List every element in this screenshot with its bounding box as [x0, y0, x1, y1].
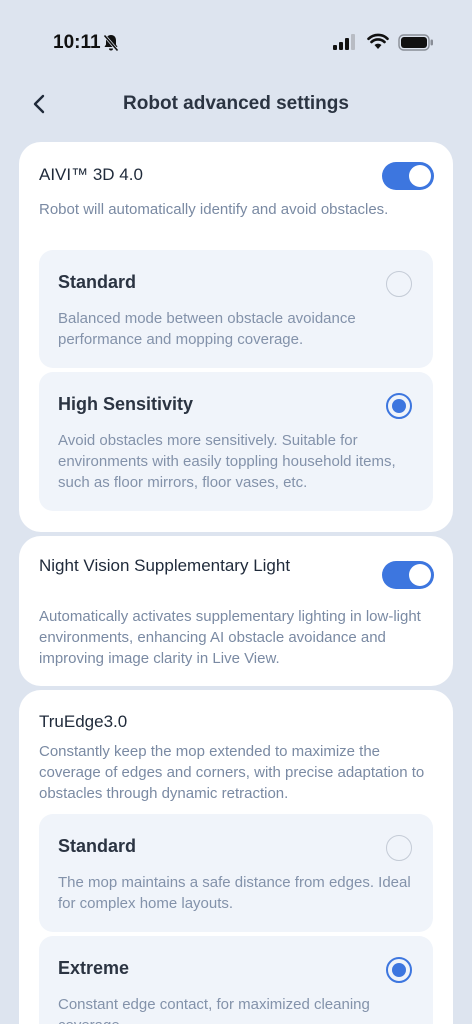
truedge-card: TruEdge3.0 Constantly keep the mop exten… — [19, 690, 453, 1024]
option-title: High Sensitivity — [58, 394, 194, 414]
aivi-option-standard[interactable]: Standard Balanced mode between obstacle … — [39, 250, 433, 368]
truedge-option-extreme[interactable]: Extreme Constant edge contact, for maxim… — [39, 936, 433, 1024]
battery-icon — [398, 34, 434, 56]
night-vision-card: Night Vision Supplementary Light Automat… — [19, 536, 453, 686]
status-bar: 10:11 — [0, 0, 472, 80]
truedge-title: TruEdge3.0 — [39, 712, 128, 731]
option-description: Avoid obstacles more sensitively. Suitab… — [58, 432, 396, 491]
aivi-description: Robot will automatically identify and av… — [39, 201, 389, 218]
toggle-knob — [409, 165, 431, 187]
option-description: Constant edge contact, for maximized cle… — [58, 996, 370, 1024]
cellular-signal-icon — [333, 34, 357, 55]
truedge-option-standard[interactable]: Standard The mop maintains a safe distan… — [39, 814, 433, 932]
night-vision-toggle[interactable] — [382, 561, 434, 589]
option-description: The mop maintains a safe distance from e… — [58, 874, 411, 912]
night-vision-description: Automatically activates supplementary li… — [39, 608, 421, 667]
option-title: Standard — [58, 272, 137, 292]
night-vision-title: Night Vision Supplementary Light — [39, 556, 291, 575]
aivi-toggle[interactable] — [382, 162, 434, 190]
option-title: Standard — [58, 836, 137, 856]
radio-unchecked-icon[interactable] — [386, 835, 412, 861]
toggle-knob — [409, 564, 431, 586]
page-title: Robot advanced settings — [123, 93, 349, 114]
option-title: Extreme — [58, 958, 130, 978]
bell-muted-icon — [103, 34, 119, 57]
page-header: Robot advanced settings — [0, 84, 472, 124]
option-description: Balanced mode between obstacle avoidance… — [58, 310, 356, 348]
wifi-icon — [367, 33, 389, 55]
radio-checked-icon[interactable] — [386, 957, 412, 983]
aivi-option-high-sensitivity[interactable]: High Sensitivity Avoid obstacles more se… — [39, 372, 433, 511]
radio-checked-icon[interactable] — [386, 393, 412, 419]
aivi-card: AIVI™ 3D 4.0 Robot will automatically id… — [19, 142, 453, 532]
status-time: 10:11 — [53, 32, 101, 53]
truedge-description: Constantly keep the mop extended to maxi… — [39, 743, 425, 802]
aivi-title: AIVI™ 3D 4.0 — [39, 165, 143, 184]
radio-unchecked-icon[interactable] — [386, 271, 412, 297]
